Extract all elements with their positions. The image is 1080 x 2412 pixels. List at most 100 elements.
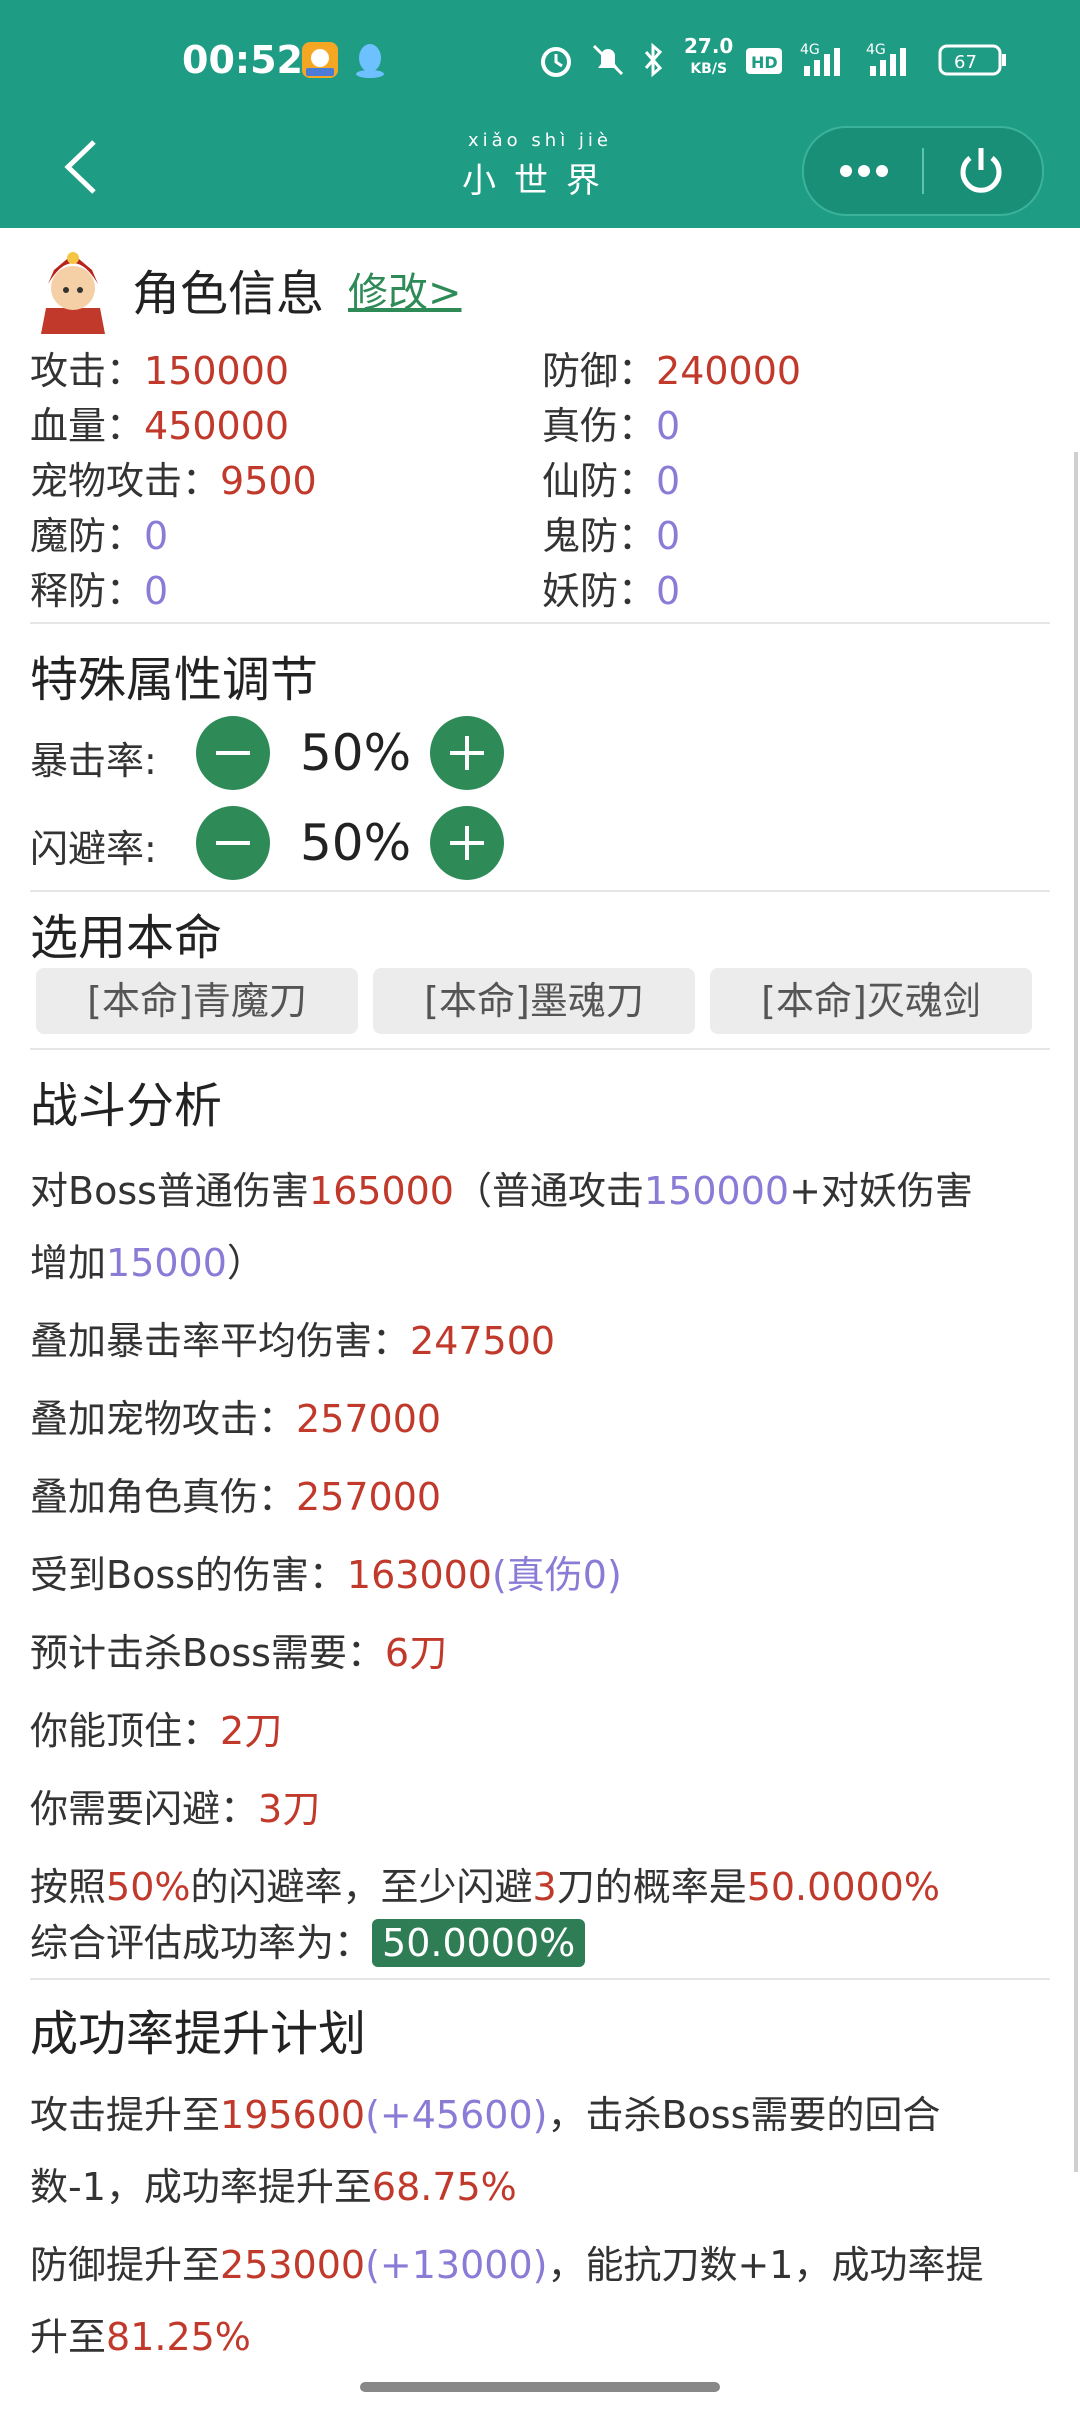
text: 数-1，成功率提升至 [30,2165,372,2209]
text: 增加 [30,1241,107,1285]
text: 按照 [30,1865,107,1909]
page-title-text: 小世界 [462,161,618,201]
app-header: 00:52 27.0 KB/S HD 4G 4G 67 xiǎo shì jiè… [0,0,1080,228]
stat-label: 释防： [30,569,145,613]
stat-demon-defense: 魔防：0 [30,505,168,560]
svg-text:4G: 4G [866,42,886,58]
crit-decrease-button[interactable] [196,716,270,790]
value: 50% [106,1865,191,1909]
stat-attack: 攻击：150000 [30,340,289,395]
stat-label: 仙防： [542,459,657,503]
stat-value: 450000 [144,404,290,448]
text: 你需要闪避： [30,1787,259,1831]
minus-icon [216,841,250,845]
svg-text:4G: 4G [800,42,820,58]
stat-value: 240000 [656,349,802,393]
weapon-option-1[interactable]: [本命]青魔刀 [36,968,358,1034]
value: 50.0000% [746,1865,940,1909]
value: 2刀 [220,1709,283,1753]
value: 68.75% [371,2165,517,2209]
plan-line-1: 攻击提升至195600(+45600)，击杀Boss需要的回合 [30,2084,940,2139]
section-divider [30,890,1050,892]
stat-immortal-defense: 仙防：0 [542,450,680,505]
crit-rate-label: 暴击率: [30,739,157,783]
value: 247500 [410,1319,556,1363]
plan-heading: 成功率提升计划 [30,2006,367,2062]
hd-icon: HD [744,40,784,84]
plan-line-2: 数-1，成功率提升至68.75% [30,2156,517,2211]
back-button[interactable] [56,132,106,202]
dodge-rate-value: 50% [300,814,412,872]
stat-value: 0 [144,514,169,558]
text: +对妖伤害 [789,1169,973,1213]
value: 3刀 [258,1787,321,1831]
stat-label: 妖防： [542,569,657,613]
stat-label: 防御： [542,349,657,393]
stat-value: 150000 [144,349,290,393]
value: 257000 [296,1397,442,1441]
mute-icon [588,40,628,84]
weapon-heading: 选用本命 [30,910,223,966]
signal-icon-1: 4G [800,40,850,84]
qq-icon [352,40,388,84]
text: ，击杀Boss需要的回合 [547,2093,941,2137]
stat-defense: 防御：240000 [542,340,801,395]
text: ） [226,1241,265,1285]
status-bar: 00:52 27.0 KB/S HD 4G 4G 67 [0,0,1080,124]
value: 163000 [346,1553,492,1597]
net-speed-value: 27.0 [684,34,734,58]
stat-label: 真伤： [542,404,657,448]
plus-icon [450,826,484,860]
special-attr-heading: 特殊属性调节 [30,652,319,708]
stat-value: 0 [656,569,681,613]
bluetooth-icon [640,40,666,84]
avatar [36,248,110,334]
weapon-option-3[interactable]: [本命]灭魂剑 [710,968,1032,1034]
text: 的闪避率，至少闪避 [190,1865,533,1909]
svg-text:HD: HD [751,53,778,72]
analysis-line-2: 增加15000） [30,1232,265,1287]
signal-icon-2: 4G [866,40,920,84]
home-indicator[interactable] [360,2382,720,2392]
edit-role-link[interactable]: 修改> [348,260,462,318]
chevron-left-icon [64,140,96,194]
plan-line-3: 防御提升至253000(+13000)，能抗刀数+1，成功率提 [30,2234,983,2289]
minus-icon [216,751,250,755]
close-button[interactable] [954,144,1008,198]
dodge-increase-button[interactable] [430,806,504,880]
stat-hp: 血量：450000 [30,395,289,450]
value: 165000 [308,1169,454,1213]
section-divider [30,622,1050,624]
text: 对Boss普通伤害 [30,1169,309,1213]
analysis-line-8: 你能顶住：2刀 [30,1700,282,1755]
value: 15000 [106,1241,227,1285]
analysis-line-3: 叠加暴击率平均伤害：247500 [30,1310,555,1365]
text: 受到Boss的伤害： [30,1553,347,1597]
role-info-heading: 角色信息 [132,266,325,322]
text: ，能抗刀数+1，成功率提 [547,2243,984,2287]
text: 叠加角色真伤： [30,1475,297,1519]
app-notification-icon [300,40,340,84]
more-button[interactable] [834,154,894,188]
text: 攻击提升至 [30,2093,221,2137]
value: (+45600) [365,2093,548,2137]
more-dots-icon [840,165,888,177]
dodge-rate-label: 闪避率: [30,827,157,871]
value: 3 [532,1865,557,1909]
alarm-icon [536,40,576,84]
weapon-option-2[interactable]: [本命]墨魂刀 [373,968,695,1034]
text: 刀的概率是 [556,1865,747,1909]
value: (+13000) [365,2243,548,2287]
analysis-line-9: 你需要闪避：3刀 [30,1778,320,1833]
value: 253000 [220,2243,366,2287]
mini-program-capsule [802,126,1044,216]
scrollbar[interactable] [1074,452,1078,2172]
stat-label: 宠物攻击： [30,459,221,503]
section-divider [30,1048,1050,1050]
analysis-heading: 战斗分析 [30,1078,223,1134]
stat-label: 攻击： [30,349,145,393]
analysis-line-6: 受到Boss的伤害：163000(真伤0) [30,1544,622,1599]
text: （普通攻击 [453,1169,644,1213]
dodge-decrease-button[interactable] [196,806,270,880]
crit-increase-button[interactable] [430,716,504,790]
